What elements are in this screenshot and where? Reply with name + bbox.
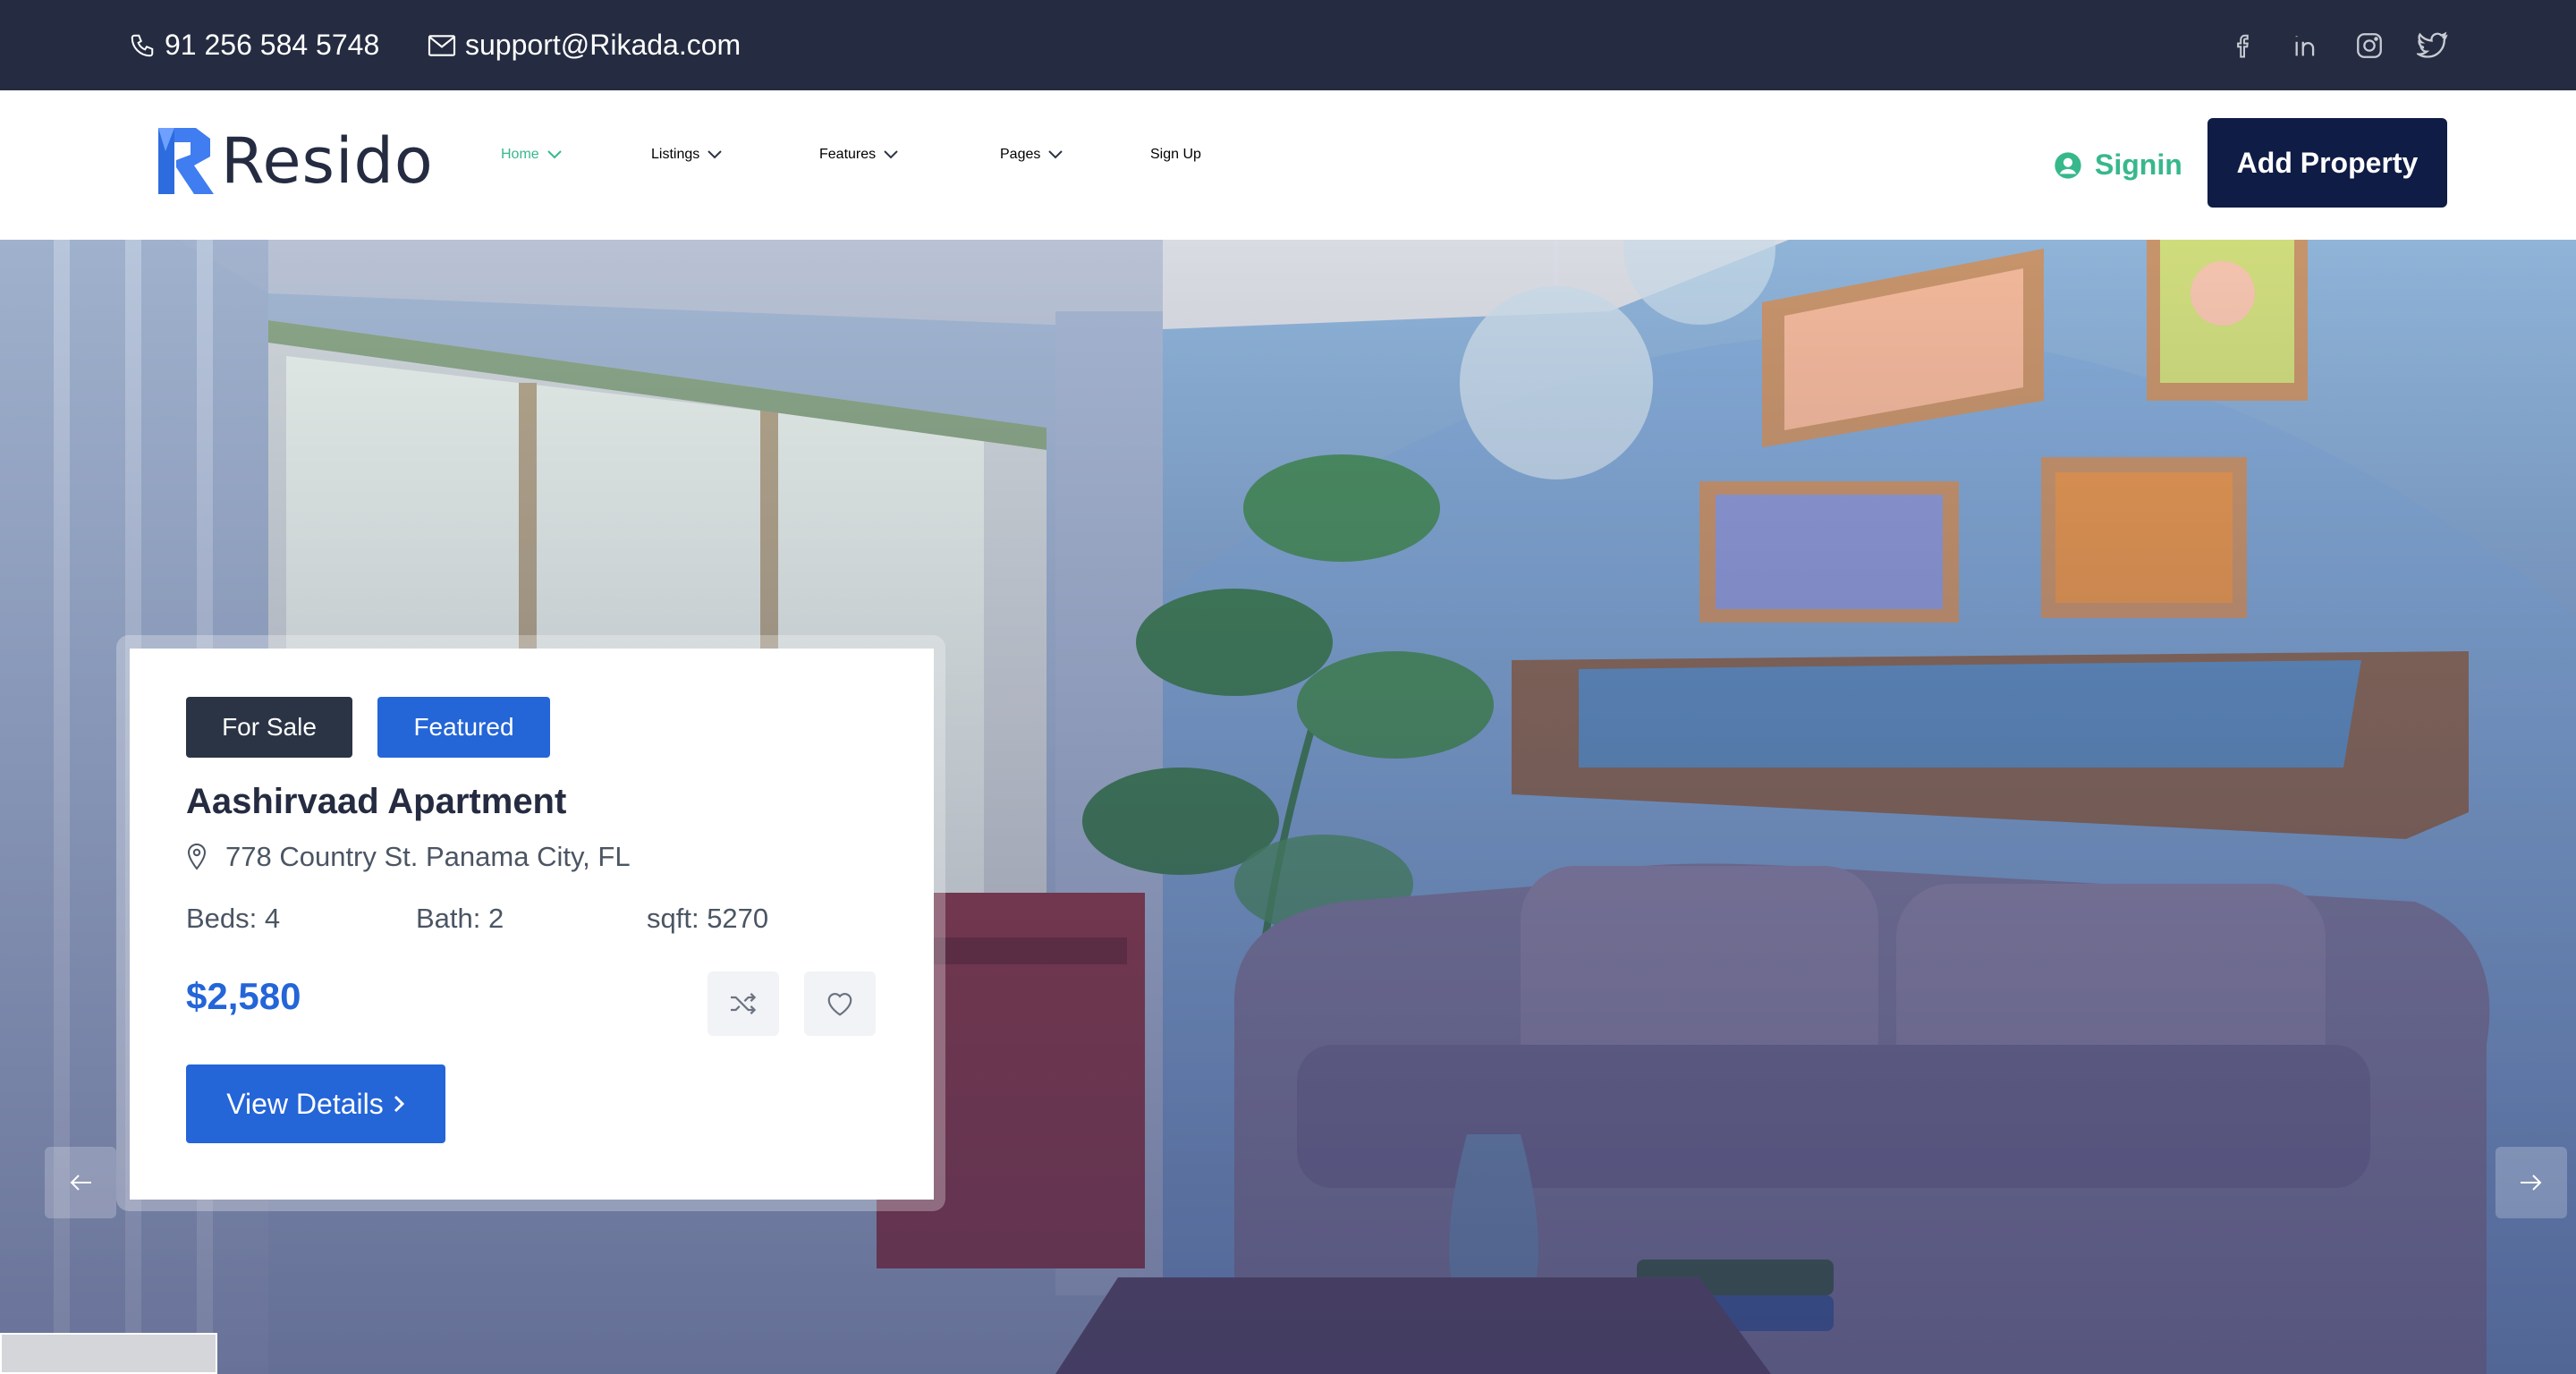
- view-details-button[interactable]: View Details: [186, 1064, 445, 1143]
- signin-link[interactable]: Signin: [2054, 90, 2182, 240]
- chevron-down-icon: [708, 150, 722, 159]
- phone-number: 91 256 584 5748: [165, 29, 380, 61]
- instagram-link[interactable]: [2354, 0, 2385, 90]
- bath-count: Bath: 2: [416, 903, 504, 934]
- nav-home-label: Home: [501, 147, 539, 162]
- main-navbar: Resido Home Listings Features Pages Sign…: [0, 90, 2576, 240]
- add-property-button[interactable]: Add Property: [2207, 118, 2447, 208]
- chevron-down-icon: [547, 150, 562, 159]
- signin-label: Signin: [2095, 148, 2182, 181]
- linkedin-icon: [2295, 35, 2315, 55]
- nav-sign-up-label: Sign Up: [1150, 147, 1201, 162]
- nav-features[interactable]: Features: [819, 147, 899, 163]
- envelope-icon: [428, 34, 456, 56]
- user-circle-icon: [2055, 151, 2081, 179]
- top-bar: 91 256 584 5748 support@Rikada.com: [0, 0, 2576, 90]
- chevron-right-icon: [394, 1095, 404, 1113]
- chevron-down-icon: [1048, 150, 1063, 159]
- nav-features-label: Features: [819, 147, 877, 162]
- compare-button[interactable]: [708, 971, 779, 1036]
- nav-listings[interactable]: Listings: [651, 147, 723, 163]
- map-pin-icon: [187, 843, 207, 870]
- featured-badge: Featured: [377, 697, 550, 758]
- arrow-left-icon: [70, 1175, 91, 1191]
- linkedin-link[interactable]: [2292, 0, 2322, 90]
- for-sale-badge: For Sale: [186, 697, 352, 758]
- phone-contact[interactable]: 91 256 584 5748: [129, 0, 379, 90]
- sqft-value: sqft: 5270: [647, 903, 769, 934]
- email-address: support@Rikada.com: [465, 29, 741, 61]
- slider-prev-button[interactable]: [45, 1147, 116, 1218]
- chevron-down-icon: [884, 150, 898, 159]
- twitter-link[interactable]: [2417, 0, 2449, 90]
- nav-sign-up[interactable]: Sign Up: [1150, 147, 1201, 163]
- nav-pages-label: Pages: [1000, 147, 1041, 162]
- nav-listings-label: Listings: [651, 147, 700, 162]
- property-address: 778 Country St. Panama City, FL: [186, 841, 631, 873]
- facebook-icon: [2237, 34, 2249, 57]
- resido-logo-icon: [158, 128, 214, 194]
- heart-icon: [827, 993, 852, 1016]
- property-card: For Sale Featured Aashirvaad Apartment 7…: [130, 649, 934, 1200]
- shuffle-icon: [731, 993, 757, 1014]
- view-details-label: View Details: [226, 1087, 384, 1120]
- thumbnail-preview[interactable]: [0, 1333, 217, 1374]
- beds-count: Beds: 4: [186, 903, 281, 934]
- nav-home[interactable]: Home: [501, 147, 563, 163]
- phone-icon: [131, 34, 154, 56]
- property-title[interactable]: Aashirvaad Apartment: [186, 782, 566, 822]
- brand-logo[interactable]: Resido: [155, 124, 434, 198]
- instagram-icon: [2357, 32, 2382, 58]
- twitter-icon: [2417, 31, 2448, 58]
- wishlist-button[interactable]: [804, 971, 876, 1036]
- property-price: $2,580: [186, 975, 301, 1017]
- slider-next-button[interactable]: [2496, 1147, 2567, 1218]
- facebook-link[interactable]: [2231, 0, 2258, 90]
- arrow-right-icon: [2521, 1175, 2542, 1191]
- nav-pages[interactable]: Pages: [1000, 147, 1063, 163]
- email-contact[interactable]: support@Rikada.com: [428, 0, 741, 90]
- brand-name: Resido: [221, 124, 434, 198]
- property-address-text: 778 Country St. Panama City, FL: [225, 841, 631, 872]
